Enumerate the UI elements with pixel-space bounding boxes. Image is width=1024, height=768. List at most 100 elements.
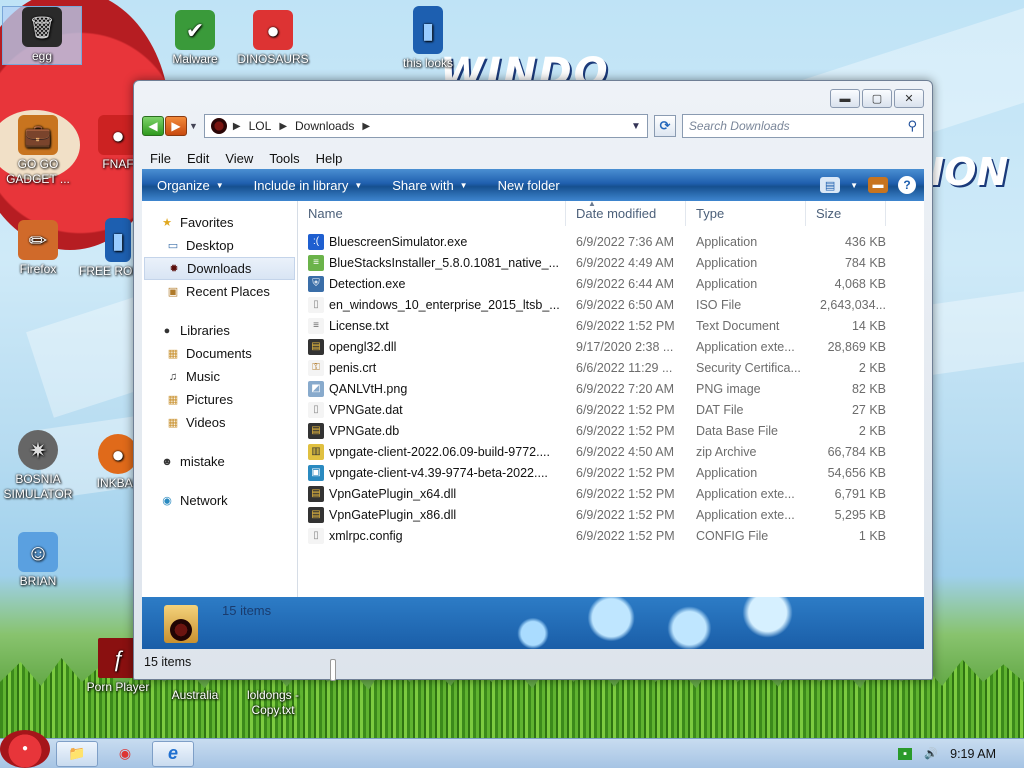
menu-tools[interactable]: Tools	[261, 151, 307, 166]
view-options-dropdown-icon[interactable]: ▼	[850, 181, 858, 190]
nav-desktop[interactable]: ▭ Desktop	[142, 234, 297, 257]
zip-file-icon: ▥	[308, 443, 324, 460]
png-file-icon: ◩	[308, 380, 324, 397]
search-input[interactable]: Search Downloads ⚲	[681, 114, 924, 138]
file-row[interactable]: ▯ en_windows_10_enterprise_2015_ltsb_... 6…	[298, 294, 924, 315]
desktop-icon-bosnia-simulator[interactable]: ✷ BOSNIA SIMULATOR	[0, 430, 78, 502]
minimize-button[interactable]: ▬	[830, 89, 860, 108]
nav-music[interactable]: ♫ Music	[142, 365, 297, 388]
desktop-icon-label: BRIAN	[19, 574, 57, 588]
desktop-icon-malware[interactable]: ✔ Malware	[155, 10, 235, 67]
desktop-icon-brian[interactable]: ☺ BRIAN	[0, 532, 78, 589]
nav-network[interactable]: ◉ Network	[142, 489, 297, 512]
file-date-modified: 6/6/2022 11:29 ...	[576, 360, 673, 375]
file-type: Application	[696, 276, 758, 291]
nav-pictures-label: Pictures	[186, 392, 233, 407]
desktop-icon-firefox[interactable]: ✏ Firefox	[0, 220, 78, 277]
new-folder-button[interactable]: New folder	[483, 178, 575, 193]
search-icon[interactable]: ⚲	[907, 118, 917, 134]
desktop-icon-dinosaurs[interactable]: ● DINOSAURS	[233, 10, 313, 67]
column-header-date-modified[interactable]: Date modified	[566, 201, 686, 226]
desktop-icon-egg[interactable]: 🗑 egg	[2, 6, 82, 65]
file-row[interactable]: ≡ License.txt 6/9/2022 1:52 PM Text Documen…	[298, 315, 924, 336]
trash-bin-icon: 🗑	[22, 7, 62, 47]
desktop-icon-this-looks[interactable]: ▮ this looks	[388, 6, 468, 71]
maximize-button[interactable]: ▢	[862, 89, 892, 108]
volume-icon[interactable]: 🔊	[924, 748, 938, 760]
column-header-type[interactable]: Type	[686, 201, 806, 226]
dll-file-icon: ▤	[308, 506, 324, 523]
change-view-icon[interactable]: ▤	[820, 177, 841, 193]
desktop-icon-loldongs[interactable]: loldongs - Copy.txt	[233, 688, 313, 718]
resize-grip[interactable]	[330, 659, 336, 681]
file-row[interactable]: ▯ xmlrpc.config 6/9/2022 1:52 PM CONFIG Fil…	[298, 525, 924, 546]
file-row[interactable]: ▤ VpnGatePlugin_x86.dll 6/9/2022 1:52 PM Ap…	[298, 504, 924, 525]
angry-bird-icon: ●	[21, 743, 29, 754]
dll-file-icon: ▤	[308, 485, 324, 502]
close-button[interactable]: ✕	[894, 89, 924, 108]
file-row[interactable]: ⚿ penis.crt 6/6/2022 11:29 ... Security Cer…	[298, 357, 924, 378]
file-row[interactable]: ⛨ Detection.exe 6/9/2022 6:44 AM Applicatio…	[298, 273, 924, 294]
nav-recent-places-label: Recent Places	[186, 284, 270, 299]
file-row[interactable]: ▣ vpngate-client-v4.39-9774-beta-2022....…	[298, 462, 924, 483]
file-row[interactable]: ▥ vpngate-client-2022.06.09-build-9772...…	[298, 441, 924, 462]
nav-recent-places[interactable]: ▣ Recent Places	[142, 280, 297, 303]
breadcrumb-downloads[interactable]: Downloads	[295, 119, 354, 133]
nav-documents[interactable]: ▦ Documents	[142, 342, 297, 365]
preview-pane-icon[interactable]: ▬	[868, 177, 888, 193]
help-icon[interactable]: ?	[898, 176, 916, 194]
nav-favorites[interactable]: ★ Favorites	[142, 211, 297, 234]
organize-button[interactable]: Organize ▼	[142, 178, 239, 193]
file-row[interactable]: :(BluescreenSimulator.exe 6/9/2022 7:36 A…	[298, 231, 924, 252]
start-button[interactable]: ●	[0, 729, 50, 768]
menu-edit[interactable]: Edit	[179, 151, 217, 166]
details-pane: 15 items	[142, 597, 924, 649]
share-with-button[interactable]: Share with ▼	[377, 178, 482, 193]
include-in-library-label: Include in library	[253, 177, 349, 193]
refresh-button[interactable]: ⟳	[653, 115, 676, 137]
back-button[interactable]: ◀	[142, 116, 164, 136]
nav-pictures[interactable]: ▦ Pictures	[142, 388, 297, 411]
nav-libraries[interactable]: ● Libraries	[142, 319, 297, 342]
desktop-icon-australia[interactable]: Australia	[155, 688, 235, 703]
file-row[interactable]: ≡ BlueStacksInstaller_5.8.0.1081_native_.…	[298, 252, 924, 273]
address-dropdown-icon[interactable]: ▼	[631, 121, 641, 132]
taskbar-app-chrome[interactable]: ◉	[104, 741, 146, 767]
column-header-size[interactable]: Size	[806, 201, 886, 226]
file-row[interactable]: ▤ VPNGate.db 6/9/2022 1:52 PM Data Base Fil…	[298, 420, 924, 441]
taskbar-app-internet-explorer[interactable]: e	[152, 740, 194, 767]
file-row[interactable]: ◩ QANLVtH.png 6/9/2022 7:20 AM PNG image 82 …	[298, 378, 924, 399]
breadcrumb-separator-icon[interactable]: ▶	[362, 121, 370, 132]
background-logo-text-2: ION	[930, 150, 1009, 194]
file-name-cell: ≡ License.txt	[298, 317, 566, 334]
breadcrumb-separator-icon[interactable]: ▶	[279, 121, 287, 132]
nav-mistake[interactable]: ☻ mistake	[142, 450, 297, 473]
menu-help[interactable]: Help	[308, 151, 351, 166]
file-row[interactable]: ▤ opengl32.dll 9/17/2020 2:38 ... Applicati…	[298, 336, 924, 357]
documents-icon: ▦	[167, 348, 179, 360]
network-status-icon[interactable]: ▪	[898, 747, 913, 760]
pictures-icon: ▦	[167, 394, 179, 406]
nav-videos[interactable]: ▦ Videos	[142, 411, 297, 434]
file-size: 5,295 KB	[834, 507, 886, 522]
forward-button[interactable]: ▶	[165, 116, 187, 136]
file-row[interactable]: ▤ VpnGatePlugin_x64.dll 6/9/2022 1:52 PM Ap…	[298, 483, 924, 504]
desktop-icon-go-go-gadget[interactable]: 💼 GO GO GADGET ...	[0, 115, 78, 187]
column-header-name[interactable]: Name	[298, 201, 566, 226]
spiked-ball-icon: ✷	[18, 430, 58, 470]
nav-downloads[interactable]: ✹ Downloads	[144, 257, 295, 280]
recent-pages-dropdown-icon[interactable]: ▼	[189, 121, 198, 131]
flash-player-icon: ƒ	[98, 638, 138, 678]
menu-view[interactable]: View	[217, 151, 261, 166]
address-bar[interactable]: ▶ LOL ▶ Downloads ▶ ▼	[203, 114, 648, 138]
file-name: BlueStacksInstaller_5.8.0.1081_native_..…	[329, 255, 560, 270]
clock[interactable]: 9:19 AM	[950, 747, 996, 761]
include-in-library-button[interactable]: Include in library ▼	[239, 178, 378, 193]
file-row[interactable]: ▯ VPNGate.dat 6/9/2022 1:52 PM DAT File 27 K…	[298, 399, 924, 420]
breadcrumb-lol[interactable]: LOL	[249, 119, 272, 133]
taskbar-app-explorer[interactable]: 📁	[56, 740, 98, 767]
file-name-cell: ◩ QANLVtH.png	[298, 380, 566, 397]
breadcrumb-separator-icon[interactable]: ▶	[233, 121, 241, 132]
menu-file[interactable]: File	[142, 151, 179, 166]
chrome-icon: ◉	[118, 745, 132, 761]
